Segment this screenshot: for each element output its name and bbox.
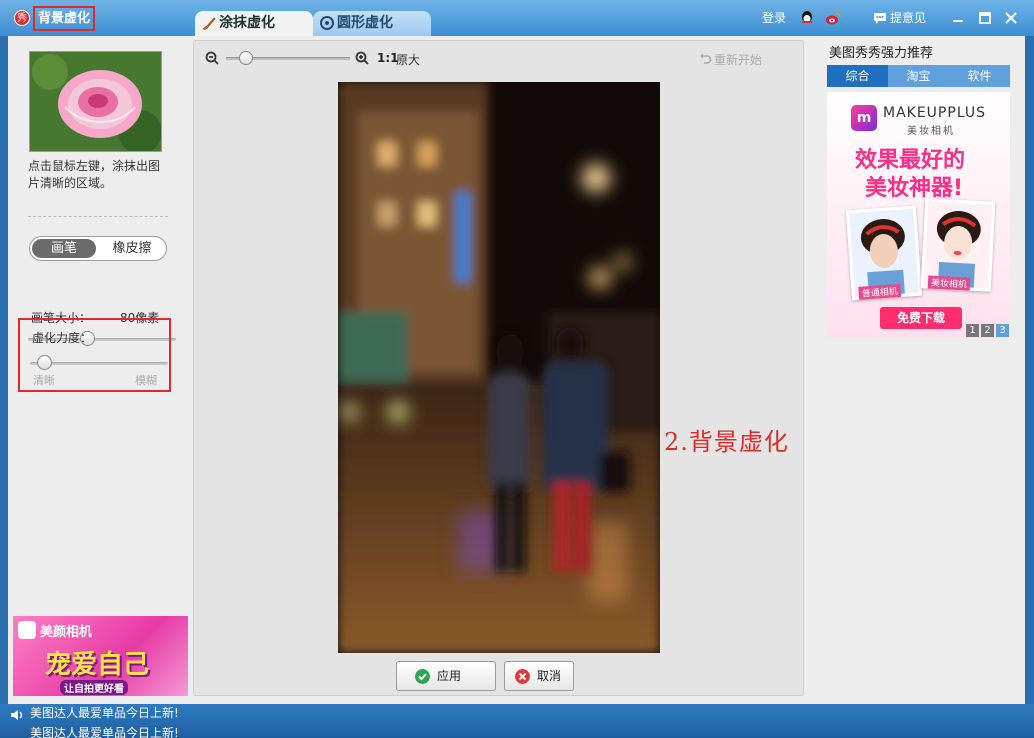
- preview-thumbnail: [29, 51, 162, 152]
- weibo-icon[interactable]: [825, 10, 841, 26]
- blur-strength-highlight: 虚化力度： 清晰 模糊: [18, 318, 171, 392]
- ad-brand-sub: 美妆相机: [907, 126, 955, 137]
- ad-page-1[interactable]: 1: [966, 324, 979, 337]
- circle-target-icon: [320, 16, 334, 30]
- check-circle-icon: [415, 669, 430, 684]
- minimize-icon[interactable]: [951, 11, 965, 25]
- makeupplus-logo-icon: m: [851, 105, 877, 131]
- mode-toggle: 画笔 橡皮擦: [29, 236, 167, 261]
- maximize-icon[interactable]: [978, 11, 992, 25]
- app-logo-icon: 秀: [14, 10, 30, 26]
- flower-image: [30, 52, 161, 151]
- instruction-text: 点击鼠标左键，涂抹出图片清晰的区域。: [28, 159, 161, 190]
- news-ticker-line[interactable]: 美图达人最爱单品今日上新!: [30, 706, 179, 721]
- tab-label: 圆形虚化: [337, 15, 393, 31]
- title-bar: 秀 背景虚化 涂抹虚化 圆形虚化 登录 提意见: [0, 0, 1034, 36]
- annotation-label: 2.背景虚化: [664, 428, 789, 456]
- meiyan-camera-icon: [18, 621, 36, 639]
- blur-max-label: 模糊: [135, 374, 157, 387]
- tab-general[interactable]: 综合: [827, 65, 888, 87]
- apply-button[interactable]: 应用: [396, 661, 496, 691]
- cancel-label: 取消: [537, 669, 562, 683]
- ad-caption-after: 美妆相机: [927, 275, 971, 291]
- original-size-button[interactable]: 原大: [396, 51, 420, 68]
- chat-bubble-icon: [874, 13, 886, 24]
- brush-icon: [202, 17, 216, 30]
- free-download-button[interactable]: 免费下载: [880, 307, 962, 329]
- tab-circle-blur[interactable]: 圆形虚化: [313, 11, 431, 36]
- cancel-circle-icon: [515, 669, 530, 684]
- editor-panel: 1:1 原大 重新开始 应用 取消: [193, 40, 804, 696]
- photo-canvas: [338, 82, 660, 653]
- restart-button[interactable]: 重新开始: [714, 51, 762, 68]
- ad-slogan: 宠爱自己: [45, 650, 150, 680]
- zoom-out-icon[interactable]: [205, 51, 219, 65]
- makeupplus-ad[interactable]: m MAKEUPPLUS 美妆相机 效果最好的 美妆神器! 普通相机 美妆相机 …: [827, 92, 1010, 338]
- eraser-mode-button[interactable]: 橡皮擦: [100, 239, 164, 258]
- zoom-slider-handle[interactable]: [239, 51, 253, 65]
- tab-software[interactable]: 软件: [949, 65, 1010, 87]
- zoom-in-icon[interactable]: [355, 51, 369, 65]
- divider: [28, 216, 168, 217]
- speaker-icon: [11, 710, 23, 720]
- window-title: 背景虚化: [33, 6, 96, 31]
- ad-page-2[interactable]: 2: [981, 324, 994, 337]
- tab-smudge-blur[interactable]: 涂抹虚化: [195, 11, 313, 36]
- cancel-button[interactable]: 取消: [504, 661, 574, 691]
- ad-photo-after: 美妆相机: [920, 198, 996, 292]
- blur-min-label: 清晰: [33, 374, 55, 387]
- blur-strength-slider-handle[interactable]: [36, 355, 52, 370]
- portrait-image: [849, 208, 919, 298]
- qq-icon[interactable]: [799, 10, 815, 26]
- login-link[interactable]: 登录: [762, 10, 786, 26]
- tab-label: 涂抹虚化: [219, 15, 275, 31]
- ad-brand: MAKEUPPLUS: [883, 105, 987, 121]
- undo-icon: [700, 53, 712, 64]
- blurred-night-street-photo[interactable]: [338, 82, 660, 653]
- feedback-link[interactable]: 提意见: [890, 10, 926, 26]
- close-icon[interactable]: [1004, 11, 1018, 25]
- recommend-title: 美图秀秀强力推荐: [829, 46, 934, 61]
- meiyan-camera-ad[interactable]: 美颜相机 宠爱自己 让自拍更好看: [13, 616, 188, 696]
- status-bar: 美图达人最爱单品今日上新! 美图达人最爱单品今日上新!: [0, 704, 1034, 738]
- recommend-tabs: 综合 淘宝 软件: [827, 65, 1010, 87]
- ad-caption-before: 普通相机: [858, 283, 902, 300]
- ad-headline-2: 美妆神器!: [865, 176, 964, 201]
- ad-page-3[interactable]: 3: [996, 324, 1009, 337]
- apply-label: 应用: [437, 669, 462, 683]
- ad-subtext: 让自拍更好看: [60, 680, 128, 695]
- brush-mode-button[interactable]: 画笔: [32, 239, 96, 258]
- news-ticker-line[interactable]: 美图达人最爱单品今日上新!: [30, 726, 179, 738]
- ad-title: 美颜相机: [40, 625, 93, 640]
- blur-strength-label: 虚化力度：: [32, 331, 93, 345]
- ad-photo-before: 普通相机: [845, 205, 923, 301]
- tab-taobao[interactable]: 淘宝: [888, 65, 949, 87]
